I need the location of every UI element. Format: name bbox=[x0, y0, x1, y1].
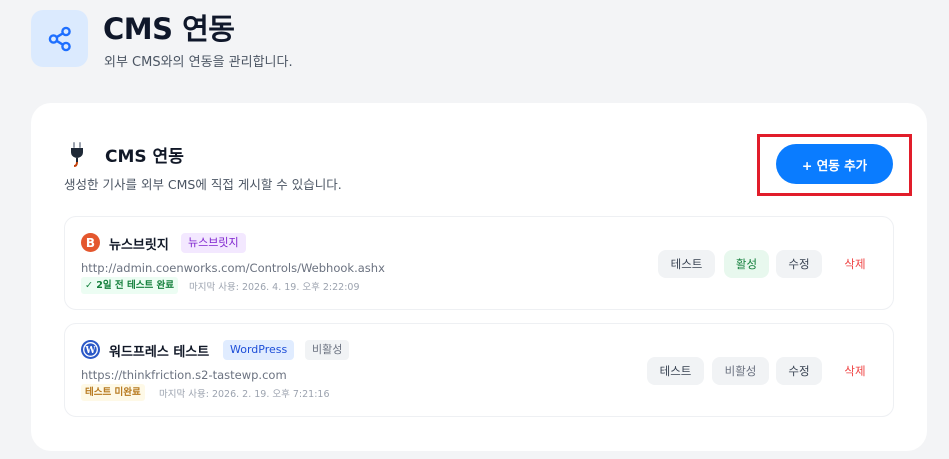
test-status-badge: ✓ 2일 전 테스트 완료 bbox=[81, 277, 178, 294]
toggle-active-button[interactable]: 활성 bbox=[724, 250, 769, 278]
test-status-badge: 테스트 미완료 bbox=[81, 384, 145, 401]
integration-type-tag: WordPress bbox=[223, 340, 295, 360]
integration-row: B 뉴스브릿지 뉴스브릿지 http://admin.coenworks.com… bbox=[64, 216, 894, 310]
edit-button[interactable]: 수정 bbox=[776, 250, 822, 278]
section-title: CMS 연동 bbox=[105, 147, 184, 167]
delete-button[interactable]: 삭제 bbox=[835, 357, 875, 385]
integration-type-tag: 뉴스브릿지 bbox=[181, 233, 246, 253]
plug-icon bbox=[69, 141, 85, 167]
svg-text:B: B bbox=[86, 236, 95, 250]
cms-integration-page: CMS 연동 외부 CMS와의 연동을 관리합니다. CMS 연동 생성한 기사… bbox=[0, 0, 949, 459]
integration-url: http://admin.coenworks.com/Controls/Webh… bbox=[81, 261, 385, 275]
delete-button[interactable]: 삭제 bbox=[835, 250, 875, 278]
integration-name: 워드프레스 테스트 bbox=[109, 345, 210, 360]
test-button[interactable]: 테스트 bbox=[647, 357, 704, 385]
integration-url: https://thinkfriction.s2-tastewp.com bbox=[81, 368, 287, 382]
svg-text:W: W bbox=[84, 346, 96, 356]
cms-integration-card: CMS 연동 생성한 기사를 외부 CMS에 직접 게시할 수 있습니다. + … bbox=[31, 103, 927, 451]
last-used-text: 마지막 사용: 2026. 2. 19. 오후 7:21:16 bbox=[159, 389, 330, 400]
integration-row: W 워드프레스 테스트 WordPress 비활성 https://thinkf… bbox=[64, 323, 894, 417]
edit-button[interactable]: 수정 bbox=[776, 357, 822, 385]
add-integration-button[interactable]: + 연동 추가 bbox=[776, 144, 893, 184]
test-button[interactable]: 테스트 bbox=[658, 250, 715, 278]
blogger-b-icon: B bbox=[81, 233, 100, 252]
inactive-state-tag: 비활성 bbox=[305, 340, 350, 360]
integration-name: 뉴스브릿지 bbox=[109, 238, 169, 253]
page-title: CMS 연동 bbox=[103, 12, 235, 46]
last-used-text: 마지막 사용: 2026. 4. 19. 오후 2:22:09 bbox=[189, 282, 360, 293]
share-icon bbox=[31, 10, 88, 67]
page-subtitle: 외부 CMS와의 연동을 관리합니다. bbox=[104, 55, 293, 70]
wordpress-icon: W bbox=[81, 340, 100, 359]
section-description: 생성한 기사를 외부 CMS에 직접 게시할 수 있습니다. bbox=[64, 177, 342, 192]
toggle-active-button[interactable]: 비활성 bbox=[712, 357, 769, 385]
